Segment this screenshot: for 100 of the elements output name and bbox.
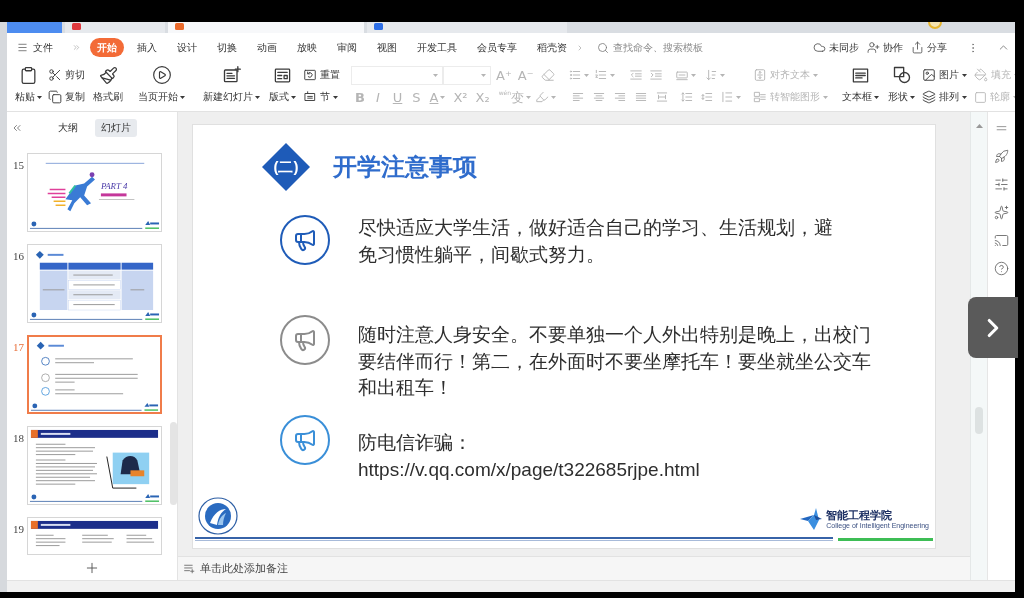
browser-tab[interactable] [367, 22, 567, 33]
slide-thumbnail[interactable] [27, 244, 162, 323]
panel-tab[interactable]: 幻灯片 [95, 119, 137, 137]
toolbar-button[interactable]: 协作 [867, 37, 903, 58]
slide-title: 开学注意事项 [333, 152, 477, 182]
paste-button[interactable]: 粘贴 [15, 64, 42, 108]
ribbon-tab[interactable]: 稻壳资 [530, 38, 574, 57]
ribbon-tab[interactable]: 审阅 [330, 38, 364, 57]
picture-icon [922, 68, 937, 82]
square-icon [974, 90, 988, 104]
toolbar-button[interactable]: 未同步 [813, 37, 859, 58]
chevrons-left-icon[interactable] [11, 122, 23, 134]
bullet-text: 尽快适应大学生活，做好适合自己的学习、生活规划，避免习惯性躺平，间歇式努力。 [358, 216, 834, 267]
copy-icon [48, 90, 62, 104]
ribbon-tab[interactable]: 切换 [210, 38, 244, 57]
section-number-badge: (二) [262, 143, 310, 191]
shapes-icon [891, 65, 912, 85]
home-tab[interactable] [7, 22, 62, 33]
ribbon-tab[interactable]: 会员专享 [470, 38, 524, 57]
copy-button[interactable]: 复制 [48, 86, 85, 108]
add-user-icon [867, 41, 880, 54]
bullet-text: 随时注意人身安全。不要单独一个人外出特别是晚上，出校门要结伴而行！第二，在外面时不要坐摩托车！要坐就坐公交车和出租车！ [358, 323, 872, 400]
share-icon [911, 41, 924, 54]
sparkles-icon[interactable] [994, 205, 1009, 220]
ribbon-tab[interactable]: 设计 [170, 38, 204, 57]
reset-icon [303, 68, 317, 82]
section-button[interactable]: 节 [303, 86, 340, 108]
picture-button[interactable]: 图片 [922, 64, 968, 86]
browser-tab[interactable] [65, 22, 165, 33]
scrollbar-thumb[interactable] [170, 422, 177, 505]
slide-number: 19 [13, 523, 25, 535]
scroll-up-icon[interactable] [975, 124, 983, 128]
slide-number: 17 [13, 341, 25, 353]
highlighter-icon[interactable] [535, 90, 550, 104]
slide-number: 16 [13, 250, 25, 262]
search-field[interactable]: 查找命令、搜索模板 [597, 37, 747, 58]
help-icon[interactable] [994, 261, 1009, 276]
ribbon-tab[interactable]: 插入 [130, 38, 164, 57]
sliders-icon[interactable] [994, 177, 1009, 192]
slide-number: 15 [13, 159, 25, 171]
school-emblem-icon [198, 497, 238, 535]
runner-drawing [46, 172, 95, 212]
play-button[interactable]: 当页开始 [138, 64, 185, 108]
caret-icon [551, 95, 557, 99]
file-menu-button[interactable]: 文件 [17, 37, 53, 58]
panel-tab[interactable]: 大纲 [52, 119, 84, 137]
cloud-icon [813, 41, 826, 54]
next-slide-button[interactable] [968, 297, 1018, 358]
paint-bucket-icon [974, 68, 989, 82]
caret-icon [584, 73, 590, 77]
chevron-right-icon[interactable] [576, 43, 584, 52]
ribbon-tab[interactable]: 视图 [370, 38, 404, 57]
slide-thumbnail[interactable] [27, 335, 162, 414]
new-slide-icon [221, 65, 242, 85]
chevrons-right-icon[interactable] [72, 43, 81, 52]
url-text: https://v.qq.com/x/page/t322685rjpe.html [358, 457, 700, 482]
ribbon-tab[interactable]: 放映 [290, 38, 324, 57]
search-icon [597, 41, 609, 54]
section-icon [303, 90, 317, 104]
toolbar-button[interactable]: 分享 [911, 37, 947, 58]
cast-icon[interactable] [994, 233, 1009, 248]
slide-number: 18 [13, 432, 25, 444]
bullet-text: 防电信诈骗： [358, 431, 472, 455]
notes-field[interactable]: 单击此处添加备注 [183, 559, 288, 578]
cut-button[interactable]: 剪切 [48, 64, 85, 86]
slide-thumbnail[interactable] [27, 426, 162, 505]
rocket-icon[interactable] [994, 149, 1009, 164]
smart-graphic-icon [753, 90, 768, 104]
layout-button[interactable]: 版式 [269, 64, 296, 108]
scissors-icon [48, 68, 62, 82]
vertical-align-icon [753, 68, 768, 82]
ribbon-tab[interactable]: 动画 [250, 38, 284, 57]
caret-icon [691, 73, 697, 77]
college-name: 智能工程学院 [826, 508, 893, 522]
avatar-icon[interactable] [928, 22, 942, 30]
shape-button[interactable]: 形状 [888, 64, 916, 108]
text-box-button[interactable]: 文本框 [842, 64, 880, 108]
caret-icon [433, 73, 438, 77]
file-icon [175, 23, 184, 30]
caret-icon [736, 95, 742, 99]
paintbrush-icon [98, 65, 118, 85]
new-slide-button[interactable]: 新建幻灯片 [203, 64, 260, 108]
format-painter-button[interactable]: 格式刷 [93, 64, 123, 108]
notes-icon [183, 562, 196, 575]
slide-thumbnail[interactable] [27, 517, 162, 555]
part-label: PART 4 [100, 181, 128, 192]
slide-thumbnail[interactable]: PART 4 [27, 153, 162, 232]
caret-icon [720, 73, 726, 77]
app-icon [72, 23, 81, 30]
reset-button[interactable]: 重置 [303, 64, 340, 86]
ribbon-tab[interactable]: 开发工具 [410, 38, 464, 57]
caret-icon [481, 73, 486, 77]
arrange-button[interactable]: 排列 [922, 86, 968, 108]
browser-tab[interactable] [168, 22, 364, 33]
caret-icon [610, 73, 616, 77]
layers-icon [922, 90, 937, 104]
eraser-icon[interactable] [540, 68, 555, 82]
file-icon [374, 23, 383, 30]
menu-icon [17, 42, 28, 53]
play-icon [151, 65, 172, 85]
